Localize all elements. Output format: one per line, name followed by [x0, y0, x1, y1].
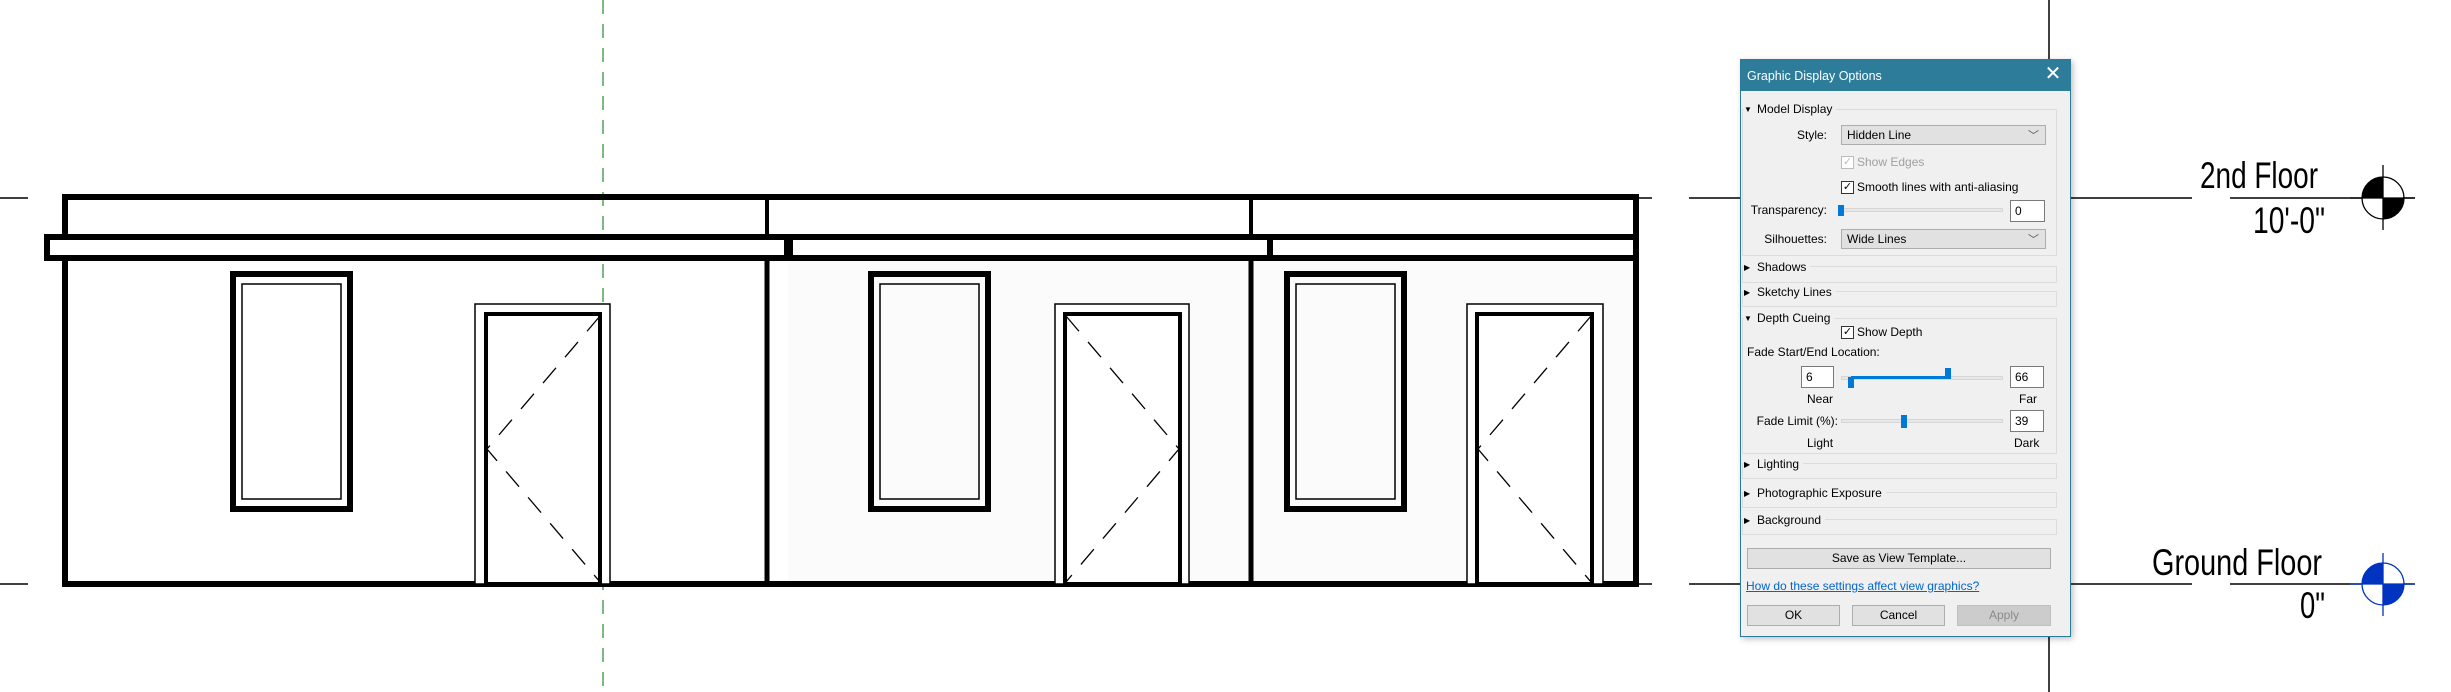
near-input[interactable]: 6: [1801, 366, 1834, 388]
window: [230, 271, 353, 512]
model-display-header[interactable]: ▼ Model Display: [1744, 102, 1837, 116]
expand-icon: ▶: [1744, 287, 1751, 297]
section-label: Lighting: [1757, 457, 1800, 471]
door: [1466, 303, 1604, 586]
chevron-down-icon: ﹀: [2028, 234, 2039, 246]
transparency-slider-thumb[interactable]: [1838, 205, 1844, 216]
depth-cueing-header[interactable]: ▼ Depth Cueing: [1744, 311, 1835, 325]
fade-limit-slider[interactable]: [1841, 419, 2003, 423]
expand-icon: ▶: [1744, 262, 1751, 272]
help-link[interactable]: How do these settings affect view graphi…: [1746, 579, 1979, 593]
level-marker-icon[interactable]: [2350, 165, 2415, 230]
background-header[interactable]: ▶ Background: [1744, 513, 1826, 527]
cornice-2: [787, 234, 1273, 261]
smooth-lines-checkbox[interactable]: ✓ Smooth lines with anti-aliasing: [1841, 180, 2018, 194]
level-elevation[interactable]: 10'-0": [2253, 200, 2325, 241]
graphic-display-options-dialog: Graphic Display Options ✕ ▼ Model Display…: [1740, 59, 2071, 637]
level-name[interactable]: 2nd Floor: [2200, 155, 2318, 196]
section-label: Model Display: [1757, 102, 1833, 116]
style-value: Hidden Line: [1847, 128, 1912, 142]
section-label: Background: [1757, 513, 1822, 527]
shadows-header[interactable]: ▶ Shadows: [1744, 260, 1811, 274]
silhouettes-value: Wide Lines: [1847, 232, 1907, 246]
expand-icon: ▶: [1744, 488, 1751, 498]
checkbox-label: Show Edges: [1857, 155, 1925, 169]
far-input[interactable]: 66: [2010, 366, 2044, 388]
style-dropdown[interactable]: Hidden Line ﹀: [1841, 125, 2046, 145]
cancel-button[interactable]: Cancel: [1852, 605, 1945, 626]
close-icon[interactable]: ✕: [2042, 63, 2064, 85]
fade-location-label: Fade Start/End Location:: [1747, 345, 1880, 359]
save-as-view-template-button[interactable]: Save as View Template...: [1747, 548, 2051, 569]
collapse-icon: ▼: [1744, 313, 1752, 323]
silhouettes-label: Silhouettes:: [1764, 232, 1827, 246]
level-name[interactable]: Ground Floor: [2152, 542, 2322, 583]
transparency-label: Transparency:: [1750, 203, 1827, 217]
fade-limit-slider-thumb[interactable]: [1901, 415, 1908, 428]
level-elevation[interactable]: 0": [2300, 585, 2325, 626]
dialog-title: Graphic Display Options: [1747, 69, 1882, 83]
level-marker-icon[interactable]: [2350, 553, 2415, 616]
title-bar[interactable]: Graphic Display Options ✕: [1741, 60, 2070, 91]
fade-range-fill: [1850, 376, 1948, 379]
checkbox-icon: ✓: [1841, 180, 1854, 194]
building-elevation: [44, 194, 1639, 587]
chevron-down-icon: ﹀: [2028, 130, 2039, 142]
show-edges-checkbox[interactable]: ✓ Show Edges: [1841, 155, 1924, 169]
transparency-slider[interactable]: [1841, 208, 2003, 212]
light-label: Light: [1807, 436, 1834, 450]
apply-button[interactable]: Apply: [1957, 605, 2051, 626]
cornice-1: [44, 234, 790, 261]
section-label: Depth Cueing: [1757, 311, 1831, 325]
parapet: [62, 194, 1639, 240]
far-slider-thumb[interactable]: [1944, 368, 1951, 379]
fade-limit-input[interactable]: 39: [2010, 410, 2044, 432]
near-slider-thumb[interactable]: [1847, 377, 1854, 388]
lighting-header[interactable]: ▶ Lighting: [1744, 457, 1804, 471]
section-label: Sketchy Lines: [1757, 285, 1832, 299]
section-label: Photographic Exposure: [1757, 486, 1882, 500]
checkbox-label: Show Depth: [1857, 325, 1923, 339]
checkbox-icon: ✓: [1841, 325, 1854, 339]
section-label: Shadows: [1757, 260, 1807, 274]
elevation-view[interactable]: 2nd Floor 10'-0" Ground Floor 0": [0, 0, 2451, 692]
checkbox-icon: ✓: [1841, 155, 1854, 169]
fade-limit-label: Fade Limit (%):: [1756, 414, 1838, 428]
far-label: Far: [2019, 392, 2037, 406]
transparency-input[interactable]: 0: [2010, 200, 2045, 222]
expand-icon: ▶: [1744, 459, 1751, 469]
door: [1054, 303, 1190, 586]
door: [474, 303, 611, 586]
expand-icon: ▶: [1744, 515, 1751, 525]
cornice-3: [1267, 234, 1639, 261]
photographic-exposure-header[interactable]: ▶ Photographic Exposure: [1744, 486, 1886, 500]
ok-button[interactable]: OK: [1747, 605, 1840, 626]
sketchy-lines-header[interactable]: ▶ Sketchy Lines: [1744, 285, 1836, 299]
near-label: Near: [1807, 392, 1834, 406]
silhouettes-dropdown[interactable]: Wide Lines ﹀: [1841, 229, 2046, 249]
collapse-icon: ▼: [1744, 104, 1752, 114]
checkbox-label: Smooth lines with anti-aliasing: [1857, 180, 2019, 194]
style-label: Style:: [1796, 128, 1827, 142]
dark-label: Dark: [2014, 436, 2040, 450]
show-depth-checkbox[interactable]: ✓ Show Depth: [1841, 325, 1922, 339]
